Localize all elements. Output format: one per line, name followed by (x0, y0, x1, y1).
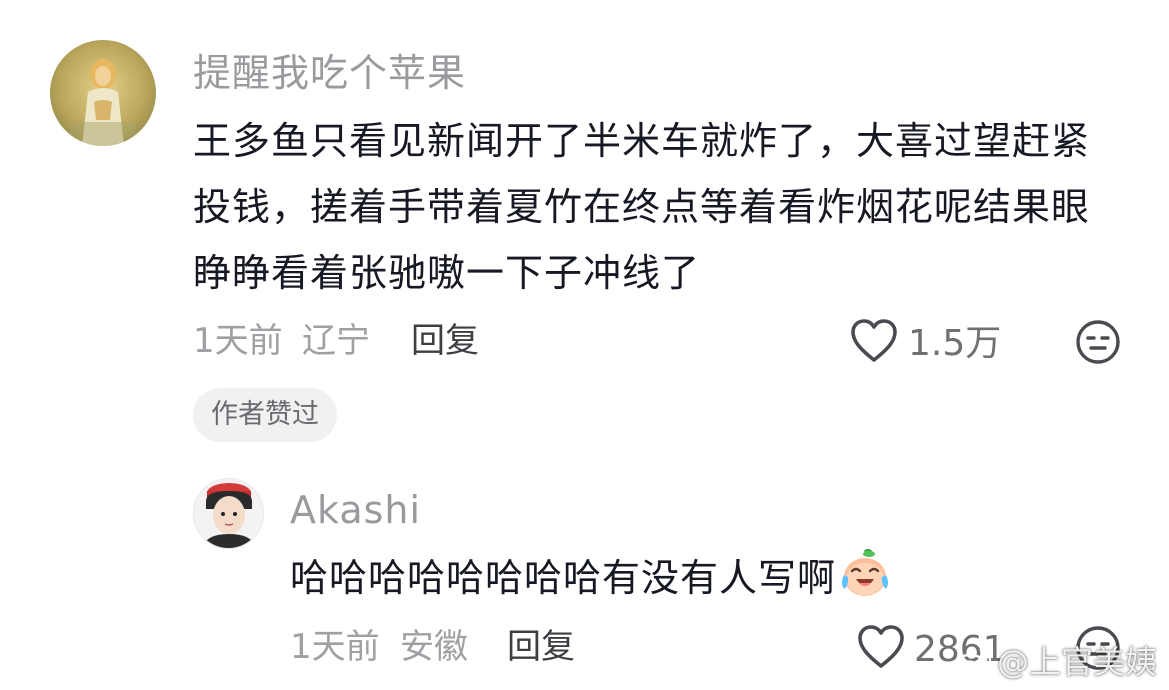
neutral-face-icon (1076, 320, 1120, 364)
heart-icon (858, 625, 904, 668)
reply-like-button[interactable] (857, 624, 905, 670)
reply-text-line: 哈哈哈哈哈哈哈哈有没有人写啊 (290, 545, 1050, 611)
comment-reply-button[interactable]: 回复 (411, 321, 479, 361)
reply-location: 安徽 (400, 627, 468, 667)
replier-avatar[interactable] (193, 478, 264, 549)
comment-location: 辽宁 (302, 321, 370, 361)
comment-text: 王多鱼只看见新闻开了半米车就炸了，大喜过望赶紧投钱，搓着手带着夏竹在终点等着看炸… (193, 119, 1091, 295)
commenter-username[interactable]: 提醒我吃个苹果 (193, 51, 466, 95)
comment-dislike-button[interactable] (1075, 319, 1121, 365)
weibo-watermark: @上官美姨 (953, 642, 1157, 682)
crying-laughing-emoji-icon (838, 548, 892, 599)
comment-like-button[interactable] (850, 318, 898, 364)
heart-icon (851, 319, 897, 362)
comment-like-count: 1.5万 (908, 323, 1002, 364)
boy-red-cap-avatar-icon (194, 479, 263, 548)
replier-username[interactable]: Akashi (290, 488, 421, 532)
commenter-avatar[interactable] (50, 40, 156, 146)
zelda-avatar-icon (50, 40, 156, 146)
reply-text: 哈哈哈哈哈哈哈哈有没有人写啊 (290, 556, 837, 600)
reply-reply-button[interactable]: 回复 (507, 627, 575, 667)
watermark-text: @上官美姨 (996, 643, 1157, 681)
author-liked-badge: 作者赞过 (193, 388, 337, 442)
reply-time: 1天前 (290, 627, 380, 667)
comment-time: 1天前 (193, 321, 283, 361)
weibo-logo-icon (953, 646, 993, 677)
